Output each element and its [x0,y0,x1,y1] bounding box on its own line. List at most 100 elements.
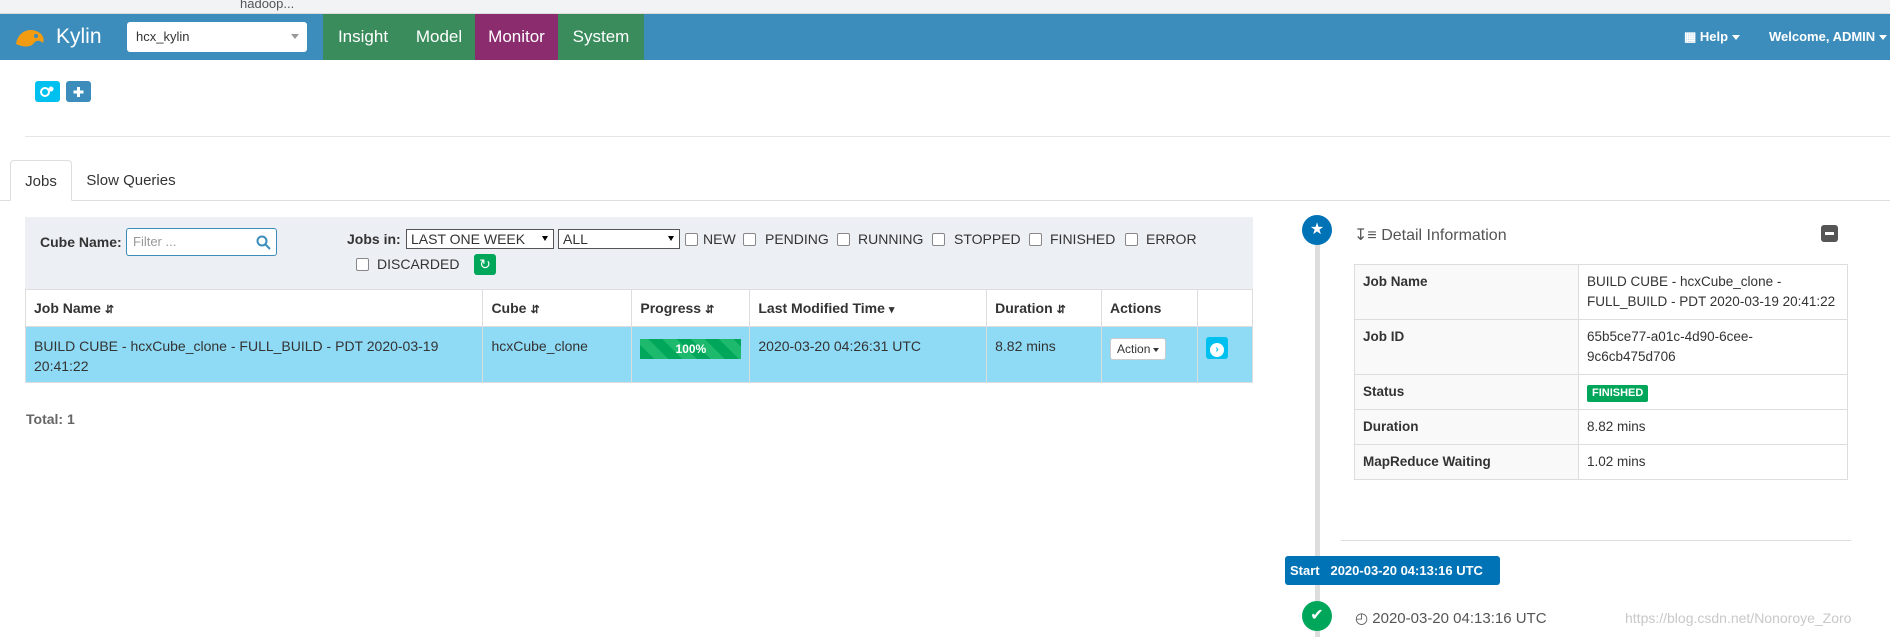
detail-table: Job Name BUILD CUBE - hcxCube_clone - FUL… [1354,264,1848,480]
star-icon: ★ [1302,215,1332,245]
cube-name-filter-input[interactable]: Filter ... [126,228,277,256]
status-label-stopped: STOPPED [954,231,1021,247]
status-label-error: ERROR [1146,231,1197,247]
sort-desc-icon: ▾ [888,304,895,316]
status-label-running: RUNNING [858,231,924,247]
tab-jobs[interactable]: Jobs [10,160,72,201]
refresh-icon: ↻ [479,256,491,272]
sort-icon: ⇵ [705,304,715,316]
status-label-pending: PENDING [765,231,829,247]
col-progress[interactable]: Progress ⇵ [631,289,751,327]
detail-value: 8.82 mins [1578,409,1848,445]
col-progress-label: Progress [640,300,702,316]
sort-amount-icon: ↧≡ [1354,227,1377,244]
status-checkbox-new[interactable] [685,233,698,246]
table-row[interactable]: BUILD CUBE - hcxCube_clone - FULL_BUILD … [24,326,1254,383]
total-count: Total: 1 [26,411,75,427]
scope-select[interactable]: ALL [558,229,680,249]
status-checkbox-error[interactable] [1125,233,1138,246]
top-navbar: Kylin hcx_kylin Insight Model Monitor Sy… [0,14,1890,60]
detail-value: 65b5ce77-a01c-4d90-6cee-9c6cb475d706 [1578,319,1848,375]
detail-key: Job ID [1354,319,1579,375]
action-dropdown-button[interactable]: Action [1110,338,1167,360]
sort-icon: ⇵ [530,304,540,316]
nav-system[interactable]: System [558,14,644,60]
kylin-logo-icon [16,30,44,47]
nav-insight[interactable]: Insight [323,14,403,60]
add-button[interactable] [66,81,91,102]
search-icon[interactable] [256,235,271,250]
status-label-discarded: DISCARDED [377,256,460,272]
col-job-name-label: Job Name [34,300,101,316]
time-range-value: LAST ONE WEEK [411,231,526,247]
status-checkbox-pending[interactable] [743,233,756,246]
col-duration-label: Duration [995,300,1053,316]
event-time-text: 2020-03-20 04:13:16 UTC [1372,610,1547,627]
nav-monitor[interactable]: Monitor [475,14,558,60]
book-icon: ▦ [1684,29,1697,44]
status-checkbox-stopped[interactable] [932,233,945,246]
watermark: https://blog.csdn.net/Nonoroye_Zoro [1625,610,1852,626]
detail-key: Duration [1354,409,1579,445]
col-expand [1196,289,1254,327]
brand-name[interactable]: Kylin [56,25,102,49]
action-label: Action [1117,342,1151,356]
browser-address-bar[interactable]: hadoop... [0,0,1890,14]
chevron-down-icon [291,34,299,43]
status-checkbox-discarded[interactable] [356,258,369,271]
chevron-down-icon [1153,347,1160,352]
start-label: Start [1290,563,1320,578]
col-cube[interactable]: Cube ⇵ [482,289,633,327]
browser-url-text: hadoop... [240,0,295,11]
cube-settings-button[interactable] [35,81,60,102]
expand-detail-button[interactable]: › [1205,337,1228,359]
sort-icon: ⇵ [104,304,115,316]
cube-name-label: Cube Name: [40,234,122,250]
chevron-down-icon [542,236,548,241]
cell-duration: 8.82 mins [986,326,1103,383]
status-badge: FINISHED [1587,385,1649,402]
check-icon: ✔ [1302,601,1332,631]
time-range-select[interactable]: LAST ONE WEEK [406,229,554,249]
progress-bar: 100% [640,339,742,359]
refresh-button[interactable]: ↻ [474,254,496,275]
divider [25,136,1890,137]
timeline-event-time: ◴ 2020-03-20 04:13:16 UTC [1355,609,1547,627]
col-duration[interactable]: Duration ⇵ [986,289,1103,327]
filter-placeholder: Filter ... [133,234,177,249]
status-checkbox-running[interactable] [837,233,850,246]
detail-row: Duration 8.82 mins [1354,409,1848,445]
detail-panel: ↧≡ Detail Information Job Name BUILD CUBE… [1341,217,1851,541]
nav-model[interactable]: Model [403,14,475,60]
scope-value: ALL [563,231,588,247]
detail-key: MapReduce Waiting [1354,444,1579,480]
status-checkbox-finished[interactable] [1029,233,1042,246]
detail-row: Job Name BUILD CUBE - hcxCube_clone - FUL… [1354,264,1848,320]
detail-value: BUILD CUBE - hcxCube_clone - FULL_BUILD … [1578,264,1848,320]
chevron-down-icon [668,236,674,241]
cell-last-modified: 2020-03-20 04:26:31 UTC [749,326,988,383]
tab-slow-queries[interactable]: Slow Queries [79,160,183,201]
col-last-modified[interactable]: Last Modified Time ▾ [749,289,988,327]
help-menu[interactable]: ▦ Help [1684,14,1741,60]
detail-status-cell: FINISHED [1578,374,1848,410]
detail-row: MapReduce Waiting 1.02 mins [1354,444,1848,480]
clock-icon: ◴ [1355,610,1369,627]
detail-value: 1.02 mins [1578,444,1848,480]
timeline-start-label: Start 2020-03-20 04:13:16 UTC [1285,556,1500,585]
detail-title: Detail Information [1381,227,1507,244]
user-menu[interactable]: Welcome, ADMIN [1769,14,1888,60]
cell-cube: hcxCube_clone [482,326,633,383]
detail-header: ↧≡ Detail Information [1354,225,1507,245]
col-actions: Actions [1101,289,1198,327]
chevron-right-icon: › [1209,343,1224,357]
col-job-name[interactable]: Job Name ⇵ [24,289,484,327]
cogs-icon [40,86,54,97]
plus-icon [73,87,84,97]
project-select[interactable]: hcx_kylin [127,22,307,52]
job-filter-panel: Cube Name: Filter ... Jobs in: LAST ONE … [25,217,1253,289]
cell-expand: › [1196,326,1254,383]
jobs-in-label: Jobs in: [347,231,401,247]
chevron-down-icon [1732,35,1741,41]
collapse-button[interactable] [1821,225,1838,242]
